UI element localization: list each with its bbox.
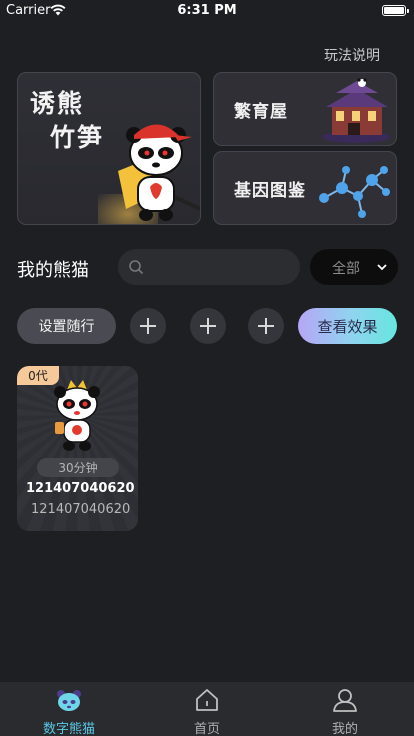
- breeding-house-title: 繁育屋: [234, 102, 288, 122]
- filter-selected-value: 全部: [332, 261, 360, 277]
- gene-atlas-card[interactable]: 基因图鉴: [213, 151, 397, 225]
- molecule-icon: [319, 166, 390, 218]
- add-slot-button[interactable]: [248, 308, 284, 344]
- add-slot-button[interactable]: [130, 308, 166, 344]
- tab-profile[interactable]: 我的: [276, 682, 414, 736]
- battery-icon: [382, 5, 409, 16]
- tab-home[interactable]: 首页: [138, 682, 276, 736]
- view-effect-button[interactable]: 查看效果: [298, 308, 397, 344]
- tab-label: 我的: [331, 722, 358, 736]
- panda-avatar-icon: [54, 380, 100, 451]
- rules-link[interactable]: 玩法说明: [324, 45, 380, 65]
- gene-atlas-title: 基因图鉴: [234, 181, 306, 201]
- my-pandas-title: 我的熊猫: [17, 260, 89, 281]
- tab-digital-panda[interactable]: 数字熊猫: [0, 682, 138, 736]
- profile-icon: [333, 689, 357, 712]
- panda-mascot-icon: [118, 124, 200, 221]
- add-slot-button[interactable]: [190, 308, 226, 344]
- breeding-timer: 30分钟: [37, 458, 119, 477]
- breeding-house-card[interactable]: 繁育屋: [213, 72, 397, 146]
- clock: 6:31 PM: [177, 3, 237, 18]
- home-icon: [196, 689, 218, 711]
- panda-icon: [57, 690, 81, 711]
- search-input[interactable]: [152, 249, 292, 285]
- panda-card[interactable]: 0代 30分钟 121407040620 121407040620: [17, 366, 138, 531]
- set-follow-button[interactable]: 设置随行: [17, 308, 116, 344]
- search-box[interactable]: [118, 249, 300, 285]
- status-bar: Carrier 6:31 PM: [0, 0, 414, 22]
- filter-select[interactable]: 全部: [310, 249, 398, 285]
- tab-label: 首页: [193, 722, 220, 736]
- tab-bar: 数字熊猫 首页 我的: [0, 682, 414, 736]
- lure-bamboo-card[interactable]: 诱熊 竹笋: [17, 72, 201, 225]
- breeding-house-icon: [322, 78, 390, 143]
- tab-label: 数字熊猫: [42, 722, 95, 736]
- panda-id: 121407040620: [31, 502, 131, 517]
- chevron-down-icon: [377, 264, 387, 271]
- panda-name: 121407040620: [26, 481, 135, 496]
- search-icon: [129, 260, 144, 275]
